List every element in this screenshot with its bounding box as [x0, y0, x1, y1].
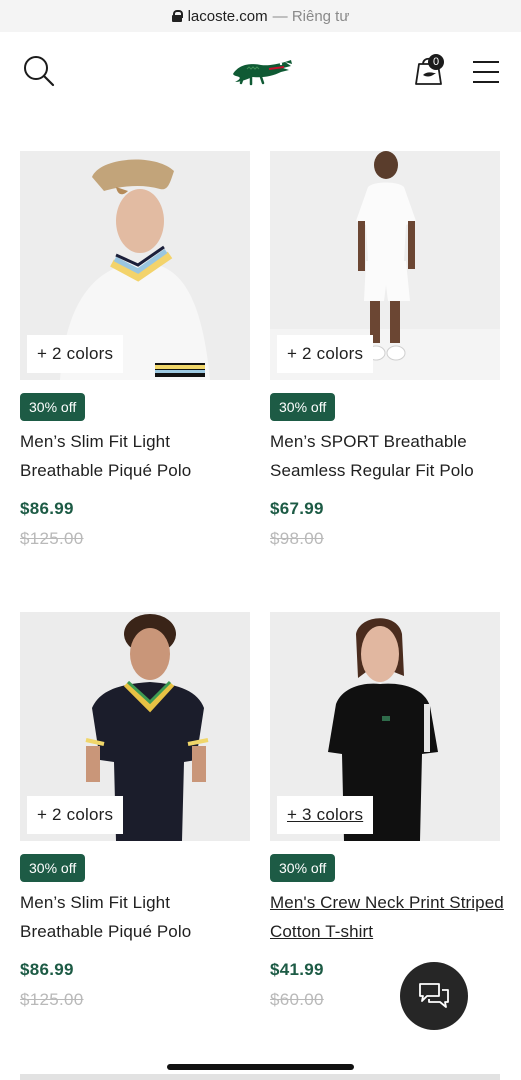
hamburger-menu-icon[interactable]: [472, 60, 500, 84]
product-image[interactable]: + 2 colors: [20, 151, 250, 380]
browser-address-bar[interactable]: lacoste.com — Riêng tư: [0, 0, 521, 32]
original-price: $98.00: [270, 529, 324, 548]
original-price: $125.00: [20, 529, 84, 548]
home-indicator: [167, 1064, 354, 1070]
product-image[interactable]: + 3 colors: [270, 612, 500, 841]
site-header: 0: [0, 32, 521, 110]
more-colors-chip[interactable]: + 3 colors: [277, 796, 374, 834]
sale-price: $41.99: [270, 960, 324, 979]
lacoste-crocodile-logo[interactable]: [229, 50, 295, 90]
product-image[interactable]: + 2 colors: [20, 612, 250, 841]
product-image[interactable]: + 2 colors: [270, 151, 500, 380]
more-colors-chip[interactable]: + 2 colors: [27, 796, 124, 834]
lock-icon: [171, 10, 183, 22]
product-title[interactable]: Men’s SPORT Breathable Seamless Regular …: [270, 427, 506, 485]
more-colors-chip[interactable]: + 2 colors: [277, 335, 374, 373]
discount-badge: 30% off: [20, 393, 86, 421]
product-title[interactable]: Men’s Slim Fit Light Breathable Piqué Po…: [20, 427, 256, 485]
sale-price: $86.99: [20, 499, 74, 518]
sale-price: $86.99: [20, 960, 74, 979]
private-mode-label: — Riêng tư: [272, 7, 350, 25]
address-domain: lacoste.com: [187, 7, 268, 25]
product-card[interactable]: + 2 colors 30% off Men’s Slim Fit Light …: [20, 612, 250, 1012]
next-row-preview: [20, 1074, 500, 1080]
sale-price: $67.99: [270, 499, 324, 518]
product-title[interactable]: Men’s Slim Fit Light Breathable Piqué Po…: [20, 888, 256, 946]
cart-count-badge: 0: [428, 54, 444, 70]
discount-badge: 30% off: [270, 854, 336, 882]
original-price: $125.00: [20, 990, 84, 1009]
shopping-bag-icon[interactable]: 0: [412, 52, 448, 88]
original-price: $60.00: [270, 990, 324, 1009]
product-title[interactable]: Men's Crew Neck Print Striped Cotton T-s…: [270, 888, 506, 946]
chat-bubbles-icon: [419, 983, 449, 1008]
search-icon[interactable]: [22, 54, 56, 88]
product-card[interactable]: + 3 colors 30% off Men's Crew Neck Print…: [270, 612, 504, 1012]
product-card[interactable]: + 2 colors 30% off Men’s Slim Fit Light …: [20, 151, 250, 551]
more-colors-chip[interactable]: + 2 colors: [27, 335, 124, 373]
product-card[interactable]: + 2 colors 30% off Men’s SPORT Breathabl…: [270, 151, 500, 551]
discount-badge: 30% off: [20, 854, 86, 882]
chat-button[interactable]: [400, 962, 468, 1030]
discount-badge: 30% off: [270, 393, 336, 421]
